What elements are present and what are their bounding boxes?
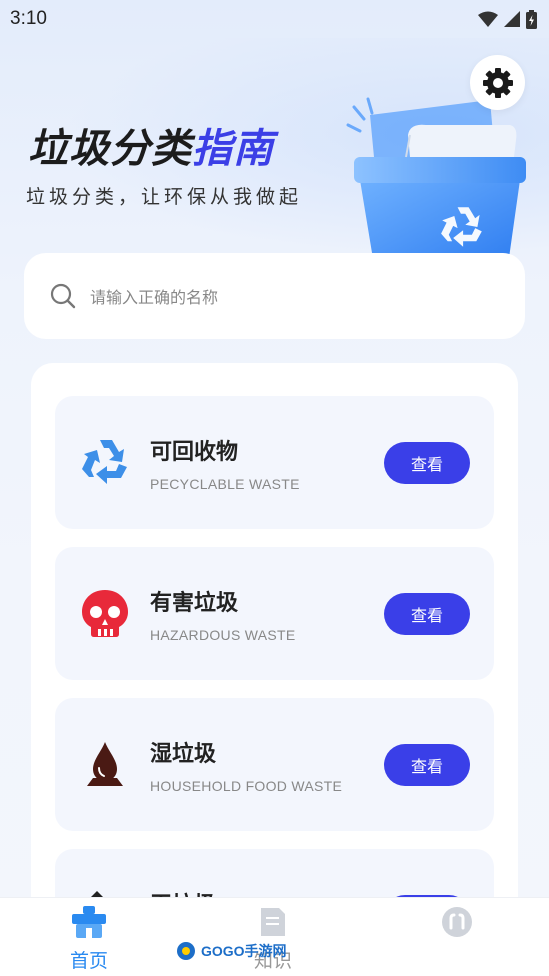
hero-title: 垃圾分类指南 <box>28 116 274 174</box>
skull-icon <box>82 590 128 637</box>
card-subtitle: PECYCLABLE WASTE <box>150 476 300 492</box>
card-title: 可回收物 <box>150 440 239 465</box>
hero-title-accent: 指南 <box>192 126 274 172</box>
nav-item-home[interactable]: 首页 <box>70 906 108 973</box>
category-card-hazardous[interactable]: 有害垃圾 HAZARDOUS WASTE 查看 <box>55 547 494 680</box>
settings-button[interactable] <box>470 55 525 110</box>
gear-icon <box>482 67 513 98</box>
recycle-icon <box>82 440 127 484</box>
battery-icon <box>526 9 537 29</box>
search-icon <box>50 283 76 309</box>
view-button[interactable]: 查看 <box>384 744 470 786</box>
watermark-logo-icon <box>177 942 195 960</box>
search-placeholder: 请输入正确的名称 <box>90 288 219 307</box>
category-card-recyclable[interactable]: 可回收物 PECYCLABLE WASTE 查看 <box>55 396 494 529</box>
search-input[interactable]: 请输入正确的名称 <box>24 253 525 339</box>
view-button[interactable]: 查看 <box>384 593 470 635</box>
card-subtitle: HOUSEHOLD FOOD WASTE <box>150 778 343 794</box>
category-card-food-waste[interactable]: 湿垃圾 HOUSEHOLD FOOD WASTE 查看 <box>55 698 494 831</box>
profile-icon <box>442 907 472 937</box>
bottom-nav: 首页 知识 <box>0 897 549 976</box>
document-icon <box>261 908 285 936</box>
drop-icon <box>87 742 123 786</box>
nav-item-profile[interactable] <box>440 906 474 938</box>
watermark-logo: GOGO手游网 <box>176 941 287 961</box>
recycle-bin-illustration <box>346 97 526 265</box>
status-icons <box>478 9 537 29</box>
watermark-text: GOGO手游网 <box>201 943 287 959</box>
status-bar: 3:10 <box>0 0 549 38</box>
hero-title-main: 垃圾分类 <box>28 126 192 172</box>
nav-label-home: 首页 <box>70 950 109 972</box>
wifi-icon <box>478 11 498 27</box>
nav-item-knowledge[interactable]: 知识 <box>254 906 292 973</box>
card-subtitle: HAZARDOUS WASTE <box>150 627 296 643</box>
card-title: 湿垃圾 <box>150 742 217 767</box>
home-icon <box>72 906 106 938</box>
signal-icon <box>504 11 520 27</box>
card-title: 有害垃圾 <box>150 591 239 616</box>
status-time: 3:10 <box>10 8 47 29</box>
view-button[interactable]: 查看 <box>384 442 470 484</box>
hero-subtitle: 垃圾分类，让环保从我做起 <box>26 186 303 208</box>
